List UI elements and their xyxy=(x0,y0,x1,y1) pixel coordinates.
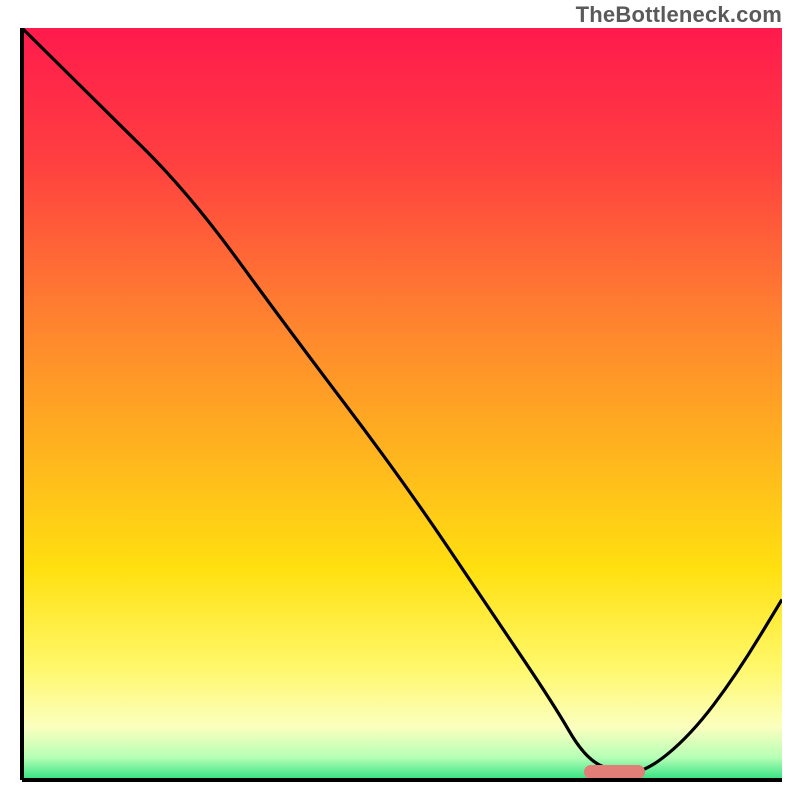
chart-container: TheBottleneck.com xyxy=(0,0,800,800)
watermark-text: TheBottleneck.com xyxy=(576,2,782,28)
bottleneck-curve xyxy=(22,28,782,780)
optimal-marker xyxy=(584,765,645,779)
plot-area xyxy=(22,28,782,780)
